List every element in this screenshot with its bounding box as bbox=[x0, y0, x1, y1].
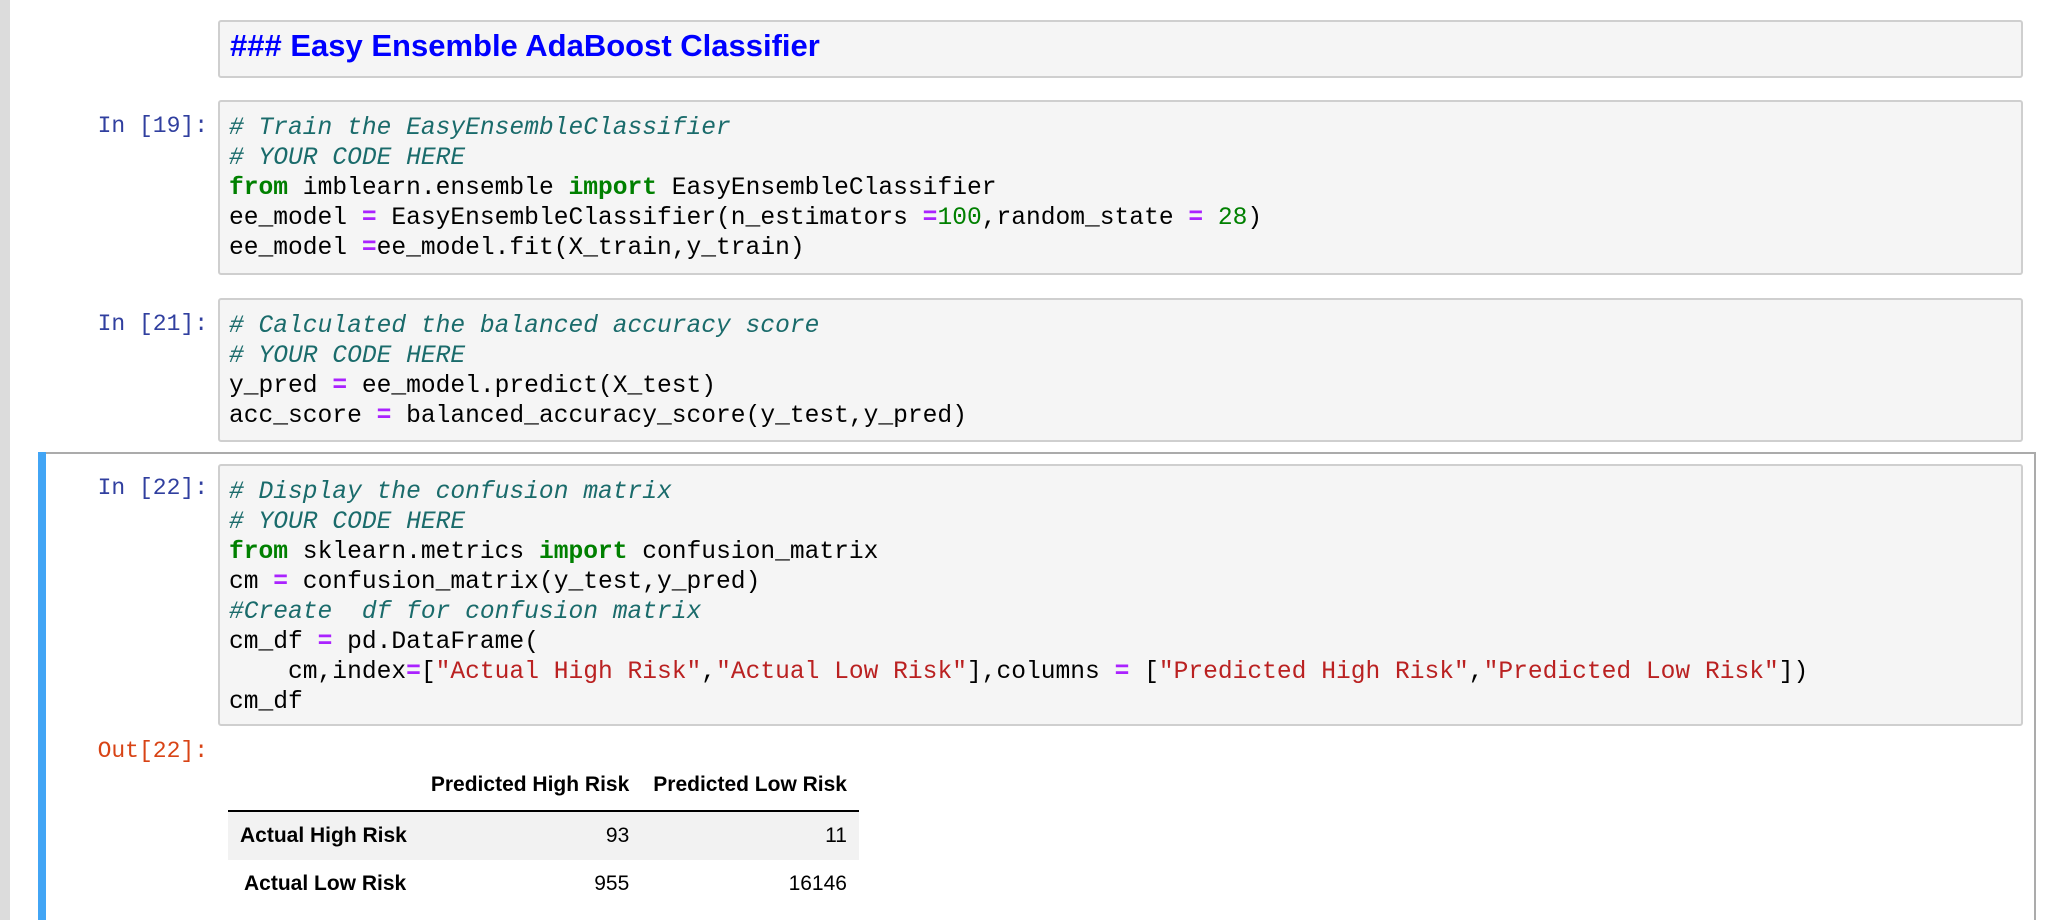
code-line: # Calculated the balanced accuracy score bbox=[229, 312, 967, 342]
code-token: # YOUR CODE HERE bbox=[229, 343, 466, 370]
code-token: "Predicted Low Risk" bbox=[1483, 659, 1779, 686]
code-token: = bbox=[376, 403, 392, 430]
code-token: "Actual High Risk" bbox=[435, 659, 702, 686]
code-token: from bbox=[229, 539, 289, 566]
code-token: # Calculated the balanced accuracy score bbox=[229, 313, 820, 340]
code-line: # YOUR CODE HERE bbox=[229, 508, 1808, 538]
code-token: import bbox=[568, 175, 658, 202]
code-token: cm,index bbox=[229, 659, 407, 686]
code-editor[interactable]: # Display the confusion matrix # YOUR COD… bbox=[218, 464, 2023, 726]
code-token: # YOUR CODE HERE bbox=[229, 145, 466, 172]
code-token: = bbox=[317, 629, 333, 656]
code-cell-19[interactable]: In [19]: # Train the EasyEnsembleClassif… bbox=[0, 90, 2070, 280]
code-lines: # Calculated the balanced accuracy score… bbox=[229, 312, 967, 432]
code-token: cm_df bbox=[229, 629, 318, 656]
code-token: , bbox=[1468, 659, 1484, 686]
table-row: Actual High Risk 93 11 bbox=[228, 811, 859, 860]
code-token: 100 bbox=[937, 205, 982, 232]
code-token: acc_score bbox=[229, 403, 377, 430]
code-token: , bbox=[701, 659, 717, 686]
code-token: "Predicted High Risk" bbox=[1158, 659, 1469, 686]
code-line: from sklearn.metrics import confusion_ma… bbox=[229, 538, 1808, 568]
index-header bbox=[228, 760, 419, 812]
code-token: cm_df bbox=[229, 689, 303, 716]
code-token: ee_model.predict(X_test) bbox=[347, 373, 717, 400]
markdown-heading: ### Easy Ensemble AdaBoost Classifier bbox=[230, 28, 820, 63]
code-token: = bbox=[332, 373, 348, 400]
code-token: pd.DataFrame( bbox=[332, 629, 539, 656]
code-line: # YOUR CODE HERE bbox=[229, 144, 1262, 174]
code-token: [ bbox=[420, 659, 436, 686]
code-token: confusion_matrix(y_test,y_pred) bbox=[288, 569, 761, 596]
code-line: ee_model = EasyEnsembleClassifier(n_esti… bbox=[229, 204, 1262, 234]
code-cell-21[interactable]: In [21]: # Calculated the balanced accur… bbox=[0, 288, 2070, 448]
code-token: ee_model.fit(X_train,y_train) bbox=[376, 235, 805, 262]
code-token: # Display the confusion matrix bbox=[229, 479, 672, 506]
code-token: # YOUR CODE HERE bbox=[229, 509, 466, 536]
code-token: = bbox=[273, 569, 289, 596]
code-token: ,random_state bbox=[981, 205, 1189, 232]
code-token: ]) bbox=[1778, 659, 1809, 686]
column-header: Predicted High Risk bbox=[418, 760, 642, 812]
code-token: [ bbox=[1129, 659, 1159, 686]
code-token: 28 bbox=[1217, 205, 1248, 232]
column-header: Predicted Low Risk bbox=[641, 760, 859, 812]
code-token: from bbox=[229, 175, 289, 202]
code-token: = bbox=[1188, 205, 1204, 232]
code-token: ee_model bbox=[229, 235, 362, 262]
table-cell: 11 bbox=[825, 824, 847, 847]
code-editor[interactable]: # Calculated the balanced accuracy score… bbox=[218, 298, 2023, 442]
code-token: = bbox=[922, 205, 938, 232]
code-token: #Create df for confusion matrix bbox=[229, 599, 702, 626]
table-cell: 16146 bbox=[788, 872, 847, 895]
input-prompt: In [22]: bbox=[97, 475, 208, 501]
code-token: = bbox=[1114, 659, 1130, 686]
code-lines: # Train the EasyEnsembleClassifier # YOUR… bbox=[229, 114, 1262, 264]
code-token: = bbox=[406, 659, 421, 686]
code-line: ee_model =ee_model.fit(X_train,y_train) bbox=[229, 234, 1262, 264]
markdown-cell[interactable]: ### Easy Ensemble AdaBoost Classifier bbox=[0, 0, 2070, 90]
table-cell: 955 bbox=[594, 872, 630, 895]
code-line: cm,index=["Actual High Risk","Actual Low… bbox=[229, 658, 1808, 688]
code-token: sklearn.metrics bbox=[288, 539, 539, 566]
code-token: imblearn.ensemble bbox=[288, 175, 569, 202]
table-cell: 93 bbox=[605, 824, 630, 847]
row-label: Actual Low Risk bbox=[244, 872, 407, 895]
code-lines: # Display the confusion matrix # YOUR COD… bbox=[229, 478, 1808, 718]
code-editor[interactable]: # Train the EasyEnsembleClassifier # YOUR… bbox=[218, 100, 2023, 275]
code-token: ],columns bbox=[966, 659, 1115, 686]
code-line: acc_score = balanced_accuracy_score(y_te… bbox=[229, 402, 967, 432]
code-token: "Actual Low Risk" bbox=[716, 659, 967, 686]
input-prompt: In [21]: bbox=[97, 311, 208, 337]
code-token: ) bbox=[1247, 205, 1263, 232]
code-line: cm = confusion_matrix(y_test,y_pred) bbox=[229, 568, 1808, 598]
confusion-matrix-table: Predicted High Risk Predicted Low Risk A… bbox=[228, 760, 859, 908]
code-token: EasyEnsembleClassifier(n_estimators bbox=[376, 205, 923, 232]
code-token: import bbox=[538, 539, 628, 566]
code-line: # Display the confusion matrix bbox=[229, 478, 1808, 508]
code-line: #Create df for confusion matrix bbox=[229, 598, 1808, 628]
code-line: from imblearn.ensemble import EasyEnsemb… bbox=[229, 174, 1262, 204]
table-row: Actual Low Risk 955 16146 bbox=[228, 860, 859, 908]
row-label: Actual High Risk bbox=[240, 824, 407, 847]
code-token: ee_model bbox=[229, 205, 362, 232]
code-token: cm bbox=[229, 569, 274, 596]
code-token: balanced_accuracy_score(y_test,y_pred) bbox=[391, 403, 967, 430]
output-prompt: Out[22]: bbox=[97, 738, 208, 764]
code-line: # Train the EasyEnsembleClassifier bbox=[229, 114, 1262, 144]
code-line: y_pred = ee_model.predict(X_test) bbox=[229, 372, 967, 402]
code-token: y_pred bbox=[229, 373, 333, 400]
code-line: cm_df bbox=[229, 688, 1808, 718]
code-token: = bbox=[361, 235, 377, 262]
code-line: # YOUR CODE HERE bbox=[229, 342, 967, 372]
table-header-row: Predicted High Risk Predicted Low Risk bbox=[228, 760, 859, 812]
code-token: confusion_matrix bbox=[627, 539, 879, 566]
code-token: = bbox=[361, 205, 377, 232]
code-token: EasyEnsembleClassifier bbox=[657, 175, 997, 202]
input-prompt: In [19]: bbox=[97, 113, 208, 139]
markdown-rendered-area[interactable]: ### Easy Ensemble AdaBoost Classifier bbox=[218, 20, 2023, 78]
code-token: # Train the EasyEnsembleClassifier bbox=[229, 115, 731, 142]
code-line: cm_df = pd.DataFrame( bbox=[229, 628, 1808, 658]
